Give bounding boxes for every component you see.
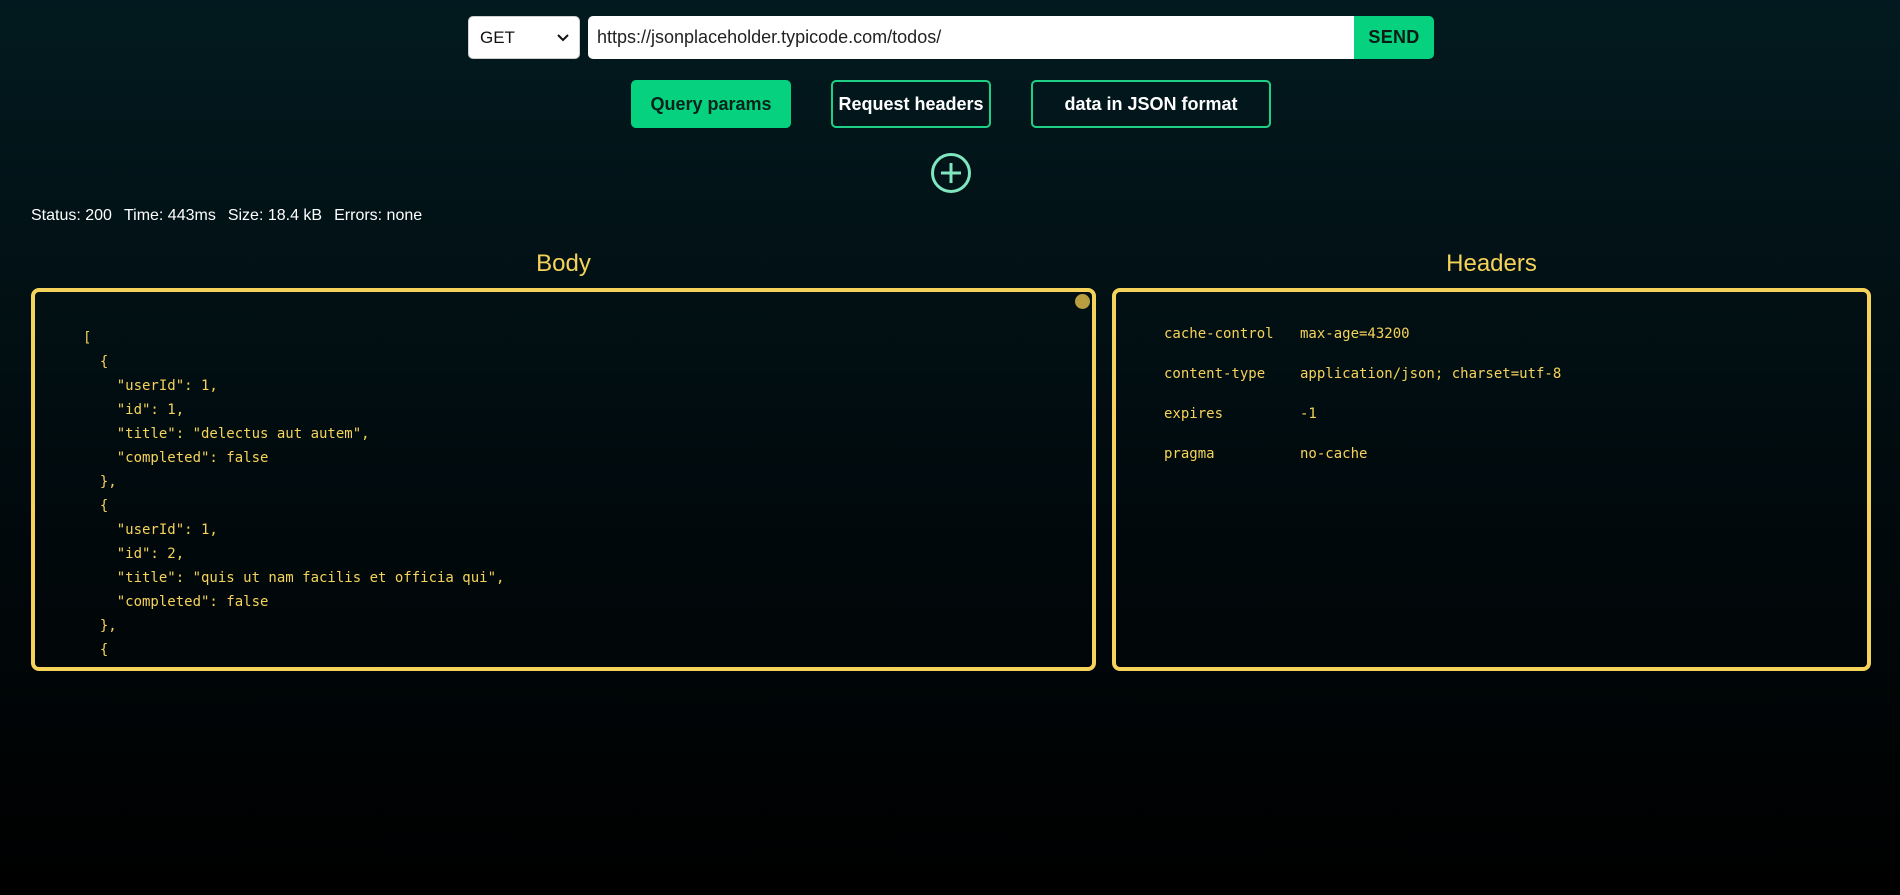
plus-circle-icon	[931, 153, 971, 193]
header-value: -1	[1300, 406, 1317, 422]
header-key: cache-control	[1164, 326, 1274, 342]
status-code: Status: 200	[31, 207, 112, 224]
headers-panel: cache-control max-age=43200 content-type…	[1112, 288, 1871, 671]
request-bar: GET https://jsonplaceholder.typicode.com…	[468, 16, 1434, 59]
chevron-down-icon	[557, 32, 569, 44]
url-value: https://jsonplaceholder.typicode.com/tod…	[597, 27, 942, 47]
method-select[interactable]: GET	[468, 16, 580, 59]
headers-table: cache-control max-age=43200 content-type…	[1164, 326, 1561, 486]
header-key: expires	[1164, 406, 1224, 422]
header-key: content-type	[1164, 366, 1266, 382]
method-value: GET	[480, 27, 515, 47]
header-value: no-cache	[1300, 446, 1368, 462]
send-button[interactable]: SEND	[1354, 16, 1434, 59]
response-time: Time: 443ms	[123, 207, 216, 224]
scrollbar-thumb[interactable]	[1075, 294, 1090, 309]
url-input[interactable]: https://jsonplaceholder.typicode.com/tod…	[588, 16, 1354, 59]
response-errors: Errors: none	[334, 207, 423, 224]
response-body-json: [ { "userId": 1, "id": 1, "title": "dele…	[83, 330, 505, 667]
body-title: Body	[536, 250, 591, 277]
headers-title: Headers	[1446, 250, 1537, 277]
body-panel[interactable]: [ { "userId": 1, "id": 1, "title": "dele…	[31, 288, 1096, 671]
header-value: max-age=43200	[1300, 326, 1410, 342]
response-status-line: Status: 200 Time: 443ms Size: 18.4 kB Er…	[31, 207, 422, 225]
header-key: pragma	[1164, 446, 1215, 462]
header-row: content-type application/json; charset=u…	[1164, 366, 1561, 406]
response-size: Size: 18.4 kB	[227, 207, 323, 224]
header-row: pragma no-cache	[1164, 446, 1561, 486]
add-button[interactable]	[930, 152, 972, 194]
tab-request-headers[interactable]: Request headers	[831, 80, 991, 128]
tab-json-data[interactable]: data in JSON format	[1031, 80, 1271, 128]
header-row: expires -1	[1164, 406, 1561, 446]
header-value: application/json; charset=utf-8	[1300, 366, 1562, 382]
header-row: cache-control max-age=43200	[1164, 326, 1561, 366]
tab-query-params[interactable]: Query params	[631, 80, 791, 128]
